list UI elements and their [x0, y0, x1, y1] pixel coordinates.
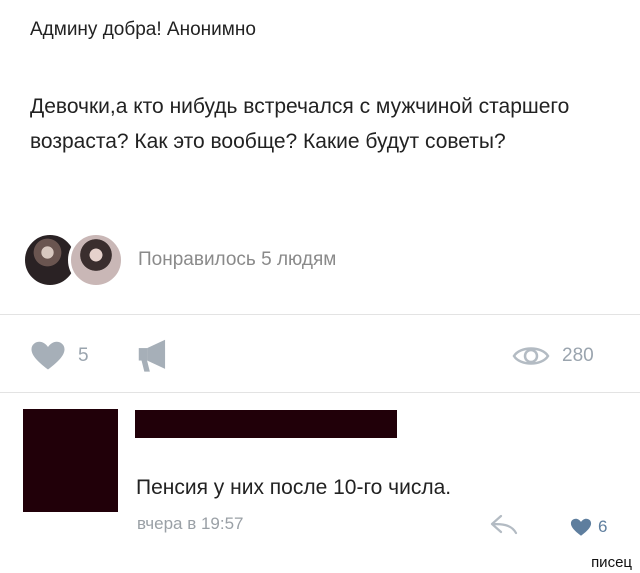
watermark: писец: [591, 554, 632, 571]
like-count: 5: [78, 345, 89, 366]
comment-timestamp[interactable]: вчера в 19:57: [137, 514, 244, 534]
views-count: 280: [562, 345, 594, 366]
avatar[interactable]: [68, 232, 124, 288]
comment-item: Пенсия у них после 10-го числа. вчера в …: [0, 392, 640, 573]
post-card: Админу добра! Анонимно Девочки,а кто ниб…: [0, 0, 640, 573]
megaphone-icon: [138, 339, 166, 372]
post-header: Админу добра! Анонимно: [30, 19, 256, 40]
eye-icon: [512, 347, 550, 365]
heart-icon: [31, 341, 65, 370]
liked-by-row[interactable]: Понравилось 5 людям: [22, 232, 336, 288]
commenter-avatar-redacted[interactable]: [23, 409, 118, 512]
reply-arrow-icon: [490, 514, 518, 535]
like-button[interactable]: 5: [30, 341, 89, 371]
reply-button[interactable]: [489, 513, 519, 540]
comment-text: Пенсия у них после 10-го числа.: [136, 476, 452, 499]
likes-summary[interactable]: Понравилось 5 людям: [138, 249, 336, 271]
share-button[interactable]: [137, 337, 171, 373]
views-counter: 280: [512, 343, 594, 369]
heart-icon: [570, 518, 592, 536]
post-actions: 5 280: [0, 335, 640, 379]
liker-avatars[interactable]: [22, 232, 128, 288]
commenter-name-redacted[interactable]: [135, 410, 397, 438]
divider: [0, 314, 640, 315]
comment-like-button[interactable]: 6: [570, 517, 607, 537]
post-text: Девочки,а кто нибудь встречался с мужчин…: [30, 95, 570, 153]
comment-like-count: 6: [598, 517, 608, 536]
